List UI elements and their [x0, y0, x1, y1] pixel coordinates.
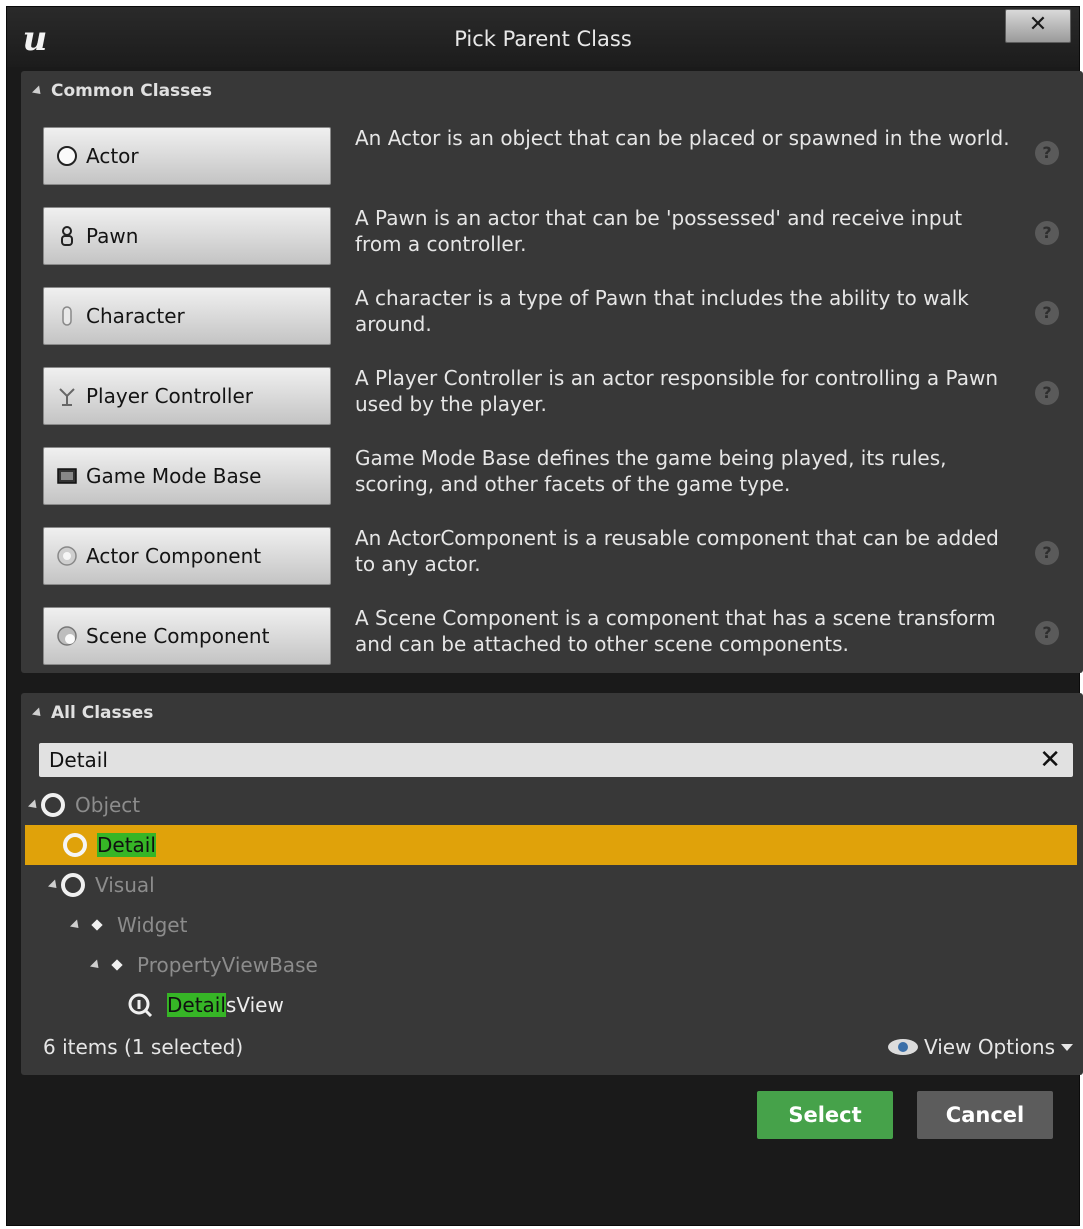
- help-icon[interactable]: ?: [1035, 541, 1059, 565]
- view-options-button[interactable]: View Options: [888, 1035, 1073, 1059]
- expand-triangle-icon[interactable]: [27, 798, 41, 812]
- class-row-actor: Actor An Actor is an object that can be …: [21, 126, 1083, 185]
- pawn-icon: [56, 225, 78, 247]
- title-bar[interactable]: u Pick Parent Class ✕: [7, 7, 1079, 67]
- actor-description: An Actor is an object that can be placed…: [355, 126, 1010, 150]
- pawn-button[interactable]: Pawn: [43, 207, 331, 265]
- character-label: Character: [86, 304, 185, 328]
- all-classes-header[interactable]: All Classes: [31, 703, 154, 723]
- class-row-scene-component: Scene Component A Scene Component is a c…: [21, 606, 1083, 665]
- dialog-title: Pick Parent Class: [454, 27, 632, 51]
- scene-component-label: Scene Component: [86, 624, 270, 648]
- item-count-status: 6 items (1 selected): [43, 1035, 244, 1059]
- class-search-input[interactable]: Detail ✕: [39, 743, 1073, 777]
- expand-triangle-icon[interactable]: [69, 918, 83, 932]
- class-row-actor-component: Actor Component An ActorComponent is a r…: [21, 526, 1083, 585]
- game-mode-base-button[interactable]: Game Mode Base: [43, 447, 331, 505]
- actor-component-button[interactable]: Actor Component: [43, 527, 331, 585]
- player-controller-description: A Player Controller is an actor responsi…: [355, 366, 998, 416]
- scene-component-description: A Scene Component is a component that ha…: [355, 606, 996, 656]
- game-mode-base-label: Game Mode Base: [86, 464, 262, 488]
- class-ring-icon: [63, 833, 87, 857]
- tree-row-visual[interactable]: Visual: [25, 865, 1077, 905]
- player-controller-button[interactable]: Player Controller: [43, 367, 331, 425]
- tree-label-details-view-rest: sView: [225, 993, 284, 1017]
- tree-label-widget: Widget: [117, 913, 188, 937]
- chevron-down-icon: [1061, 1043, 1073, 1051]
- tree-label-details-view-match: Detail: [167, 993, 226, 1017]
- help-icon[interactable]: ?: [1035, 621, 1059, 645]
- collapse-triangle-icon: [31, 706, 45, 720]
- tree-row-widget[interactable]: Widget: [25, 905, 1077, 945]
- pawn-description: A Pawn is an actor that can be 'possesse…: [355, 206, 963, 256]
- tree-label-visual: Visual: [95, 873, 155, 897]
- class-ring-icon: [41, 793, 65, 817]
- common-classes-header[interactable]: Common Classes: [31, 81, 212, 101]
- scene-component-icon: [56, 625, 78, 647]
- all-classes-panel: All Classes Detail ✕ Object Detail Visua…: [21, 693, 1083, 1075]
- actor-component-icon: [56, 545, 78, 567]
- class-row-game-mode-base: Game Mode Base Game Mode Base defines th…: [21, 446, 1083, 505]
- common-classes-panel: Common Classes Actor An Actor is an obje…: [21, 71, 1083, 673]
- actor-component-description: An ActorComponent is a reusable componen…: [355, 526, 999, 576]
- tree-label-detail: Detail: [97, 833, 156, 857]
- class-ring-icon: [61, 873, 85, 897]
- tree-label-object: Object: [75, 793, 141, 817]
- help-icon[interactable]: ?: [1035, 301, 1059, 325]
- all-classes-title: All Classes: [51, 703, 154, 723]
- cancel-button[interactable]: Cancel: [917, 1091, 1053, 1139]
- tree-label-property-view-base: PropertyViewBase: [137, 953, 318, 977]
- clear-search-icon[interactable]: ✕: [1039, 743, 1061, 777]
- class-row-player-controller: Player Controller A Player Controller is…: [21, 366, 1083, 425]
- search-value: Detail: [49, 748, 108, 772]
- class-row-pawn: Pawn A Pawn is an actor that can be 'pos…: [21, 206, 1083, 265]
- character-button[interactable]: Character: [43, 287, 331, 345]
- game-mode-icon: [56, 465, 78, 487]
- details-view-icon: [127, 992, 153, 1018]
- widget-diamond-icon: [111, 959, 123, 971]
- pick-parent-class-dialog: u Pick Parent Class ✕ Common Classes Act…: [6, 6, 1083, 1226]
- class-row-character: Character A character is a type of Pawn …: [21, 286, 1083, 345]
- tree-row-property-view-base[interactable]: PropertyViewBase: [25, 945, 1077, 985]
- actor-label: Actor: [86, 144, 139, 168]
- eye-icon: [888, 1039, 918, 1055]
- collapse-triangle-icon: [31, 84, 45, 98]
- help-icon[interactable]: ?: [1035, 141, 1059, 165]
- help-icon[interactable]: ?: [1035, 221, 1059, 245]
- tree-row-object[interactable]: Object: [25, 785, 1077, 825]
- tree-row-detail[interactable]: Detail: [25, 825, 1077, 865]
- view-options-label: View Options: [924, 1035, 1055, 1059]
- scene-component-button[interactable]: Scene Component: [43, 607, 331, 665]
- select-button[interactable]: Select: [757, 1091, 893, 1139]
- controller-icon: [56, 385, 78, 407]
- help-icon[interactable]: ?: [1035, 381, 1059, 405]
- pawn-label: Pawn: [86, 224, 139, 248]
- close-button[interactable]: ✕: [1005, 9, 1071, 43]
- common-classes-title: Common Classes: [51, 81, 212, 101]
- tree-row-details-view[interactable]: Detail sView: [25, 985, 1077, 1025]
- widget-diamond-icon: [91, 919, 103, 931]
- sphere-icon: [56, 145, 78, 167]
- expand-triangle-icon[interactable]: [89, 958, 103, 972]
- actor-component-label: Actor Component: [86, 544, 262, 568]
- expand-triangle-icon[interactable]: [47, 878, 61, 892]
- game-mode-base-description: Game Mode Base defines the game being pl…: [355, 446, 947, 496]
- player-controller-label: Player Controller: [86, 384, 253, 408]
- actor-button[interactable]: Actor: [43, 127, 331, 185]
- character-icon: [56, 305, 78, 327]
- character-description: A character is a type of Pawn that inclu…: [355, 286, 969, 336]
